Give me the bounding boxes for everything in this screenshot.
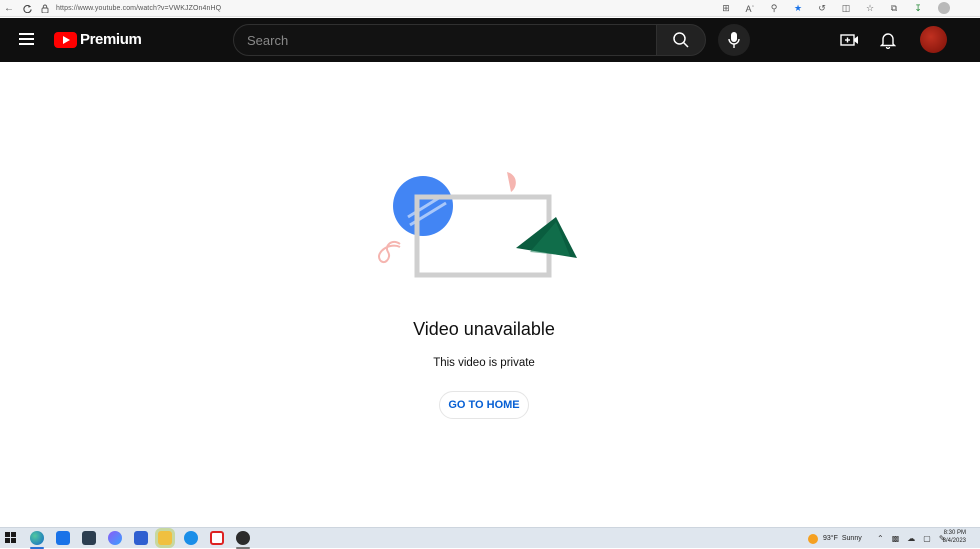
menu-icon[interactable] bbox=[19, 33, 34, 45]
search-icon bbox=[673, 32, 689, 48]
address-bar[interactable]: https://www.youtube.com/watch?v=VWKJZOn4… bbox=[40, 2, 710, 15]
youtube-premium-logo[interactable]: Premium bbox=[54, 31, 142, 48]
weather-condition: Sunny bbox=[841, 535, 862, 542]
browser-profile-avatar[interactable] bbox=[938, 2, 950, 14]
split-screen-icon[interactable]: ◫ bbox=[834, 1, 858, 17]
windows-taskbar: 93°F Sunny ⌃ ▩ ☁ ▢ ✎ 8:30 PM 8/4/2023 bbox=[0, 527, 980, 549]
refresh-icon[interactable] bbox=[18, 0, 36, 16]
read-aloud-icon[interactable]: Aʿ bbox=[738, 1, 762, 17]
sun-icon bbox=[808, 533, 818, 544]
error-message: This video is private bbox=[433, 357, 535, 369]
search-box bbox=[233, 24, 657, 56]
error-title: Video unavailable bbox=[413, 319, 555, 339]
youtube-header: Premium bbox=[0, 18, 980, 62]
logo-text: Premium bbox=[80, 31, 142, 48]
edge-browser-icon[interactable] bbox=[30, 531, 44, 545]
youtube-play-icon bbox=[54, 31, 77, 48]
clock-time: 8:30 PM bbox=[943, 530, 966, 536]
browser-toolbar: ← https://www.youtube.com/watch?v=VWKJZO… bbox=[0, 0, 980, 17]
tray-app-icon[interactable]: ▩ bbox=[892, 534, 900, 543]
collections-icon[interactable]: ⧉ bbox=[882, 1, 906, 17]
go-to-home-button[interactable]: GO TO HOME bbox=[439, 391, 529, 419]
microphone-icon bbox=[728, 32, 740, 48]
squiggle-shape bbox=[378, 240, 401, 264]
clock[interactable]: 8:30 PM 8/4/2023 bbox=[943, 529, 966, 545]
media-player-icon[interactable] bbox=[236, 531, 250, 545]
copilot-icon[interactable] bbox=[108, 531, 122, 545]
onedrive-icon[interactable]: ☁ bbox=[907, 534, 915, 543]
downloads-icon[interactable]: ↧ bbox=[906, 1, 930, 17]
search-input[interactable] bbox=[247, 32, 647, 48]
account-avatar[interactable] bbox=[920, 26, 947, 53]
bell-icon bbox=[880, 33, 896, 49]
main-content: Video unavailable This video is private … bbox=[0, 62, 980, 527]
back-icon[interactable]: ← bbox=[0, 0, 18, 16]
apps-icon[interactable]: ⊞ bbox=[714, 1, 738, 17]
weather-temp: 93°F bbox=[823, 535, 838, 542]
system-tray: ⌃ ▩ ☁ ▢ ✎ bbox=[877, 528, 946, 549]
favorites-icon[interactable]: ☆ bbox=[858, 1, 882, 17]
create-button[interactable] bbox=[838, 29, 862, 51]
zoom-icon[interactable]: ⚲ bbox=[762, 1, 786, 17]
network-icon[interactable]: ▢ bbox=[923, 534, 931, 543]
file-explorer-icon[interactable] bbox=[158, 531, 172, 545]
mail-icon[interactable] bbox=[56, 531, 70, 545]
notifications-button[interactable] bbox=[876, 29, 900, 51]
lock-icon[interactable] bbox=[40, 3, 50, 13]
favorite-star-icon[interactable]: ★ bbox=[786, 1, 810, 17]
windows-start-icon[interactable] bbox=[5, 532, 16, 543]
app-icon[interactable] bbox=[134, 531, 148, 545]
app-red-icon[interactable] bbox=[210, 531, 224, 545]
voice-search-button[interactable] bbox=[718, 24, 750, 56]
search-button[interactable] bbox=[656, 24, 706, 56]
video-unavailable-illustration bbox=[378, 172, 577, 278]
clock-date: 8/4/2023 bbox=[942, 538, 966, 544]
browser-extensions: ⊞ Aʿ ⚲ ★ ↺ ◫ ☆ ⧉ ↧ ♡ bbox=[714, 0, 954, 17]
pink-halfmoon-shape bbox=[507, 172, 516, 192]
app-blue-icon[interactable] bbox=[184, 531, 198, 545]
video-camera-plus-icon bbox=[840, 34, 858, 46]
chevron-up-icon[interactable]: ⌃ bbox=[877, 534, 884, 543]
store-icon[interactable] bbox=[82, 531, 96, 545]
url-text[interactable]: https://www.youtube.com/watch?v=VWKJZOn4… bbox=[56, 5, 221, 12]
extension-g-icon[interactable]: ↺ bbox=[810, 1, 834, 17]
weather-widget[interactable]: 93°F Sunny bbox=[808, 528, 862, 549]
